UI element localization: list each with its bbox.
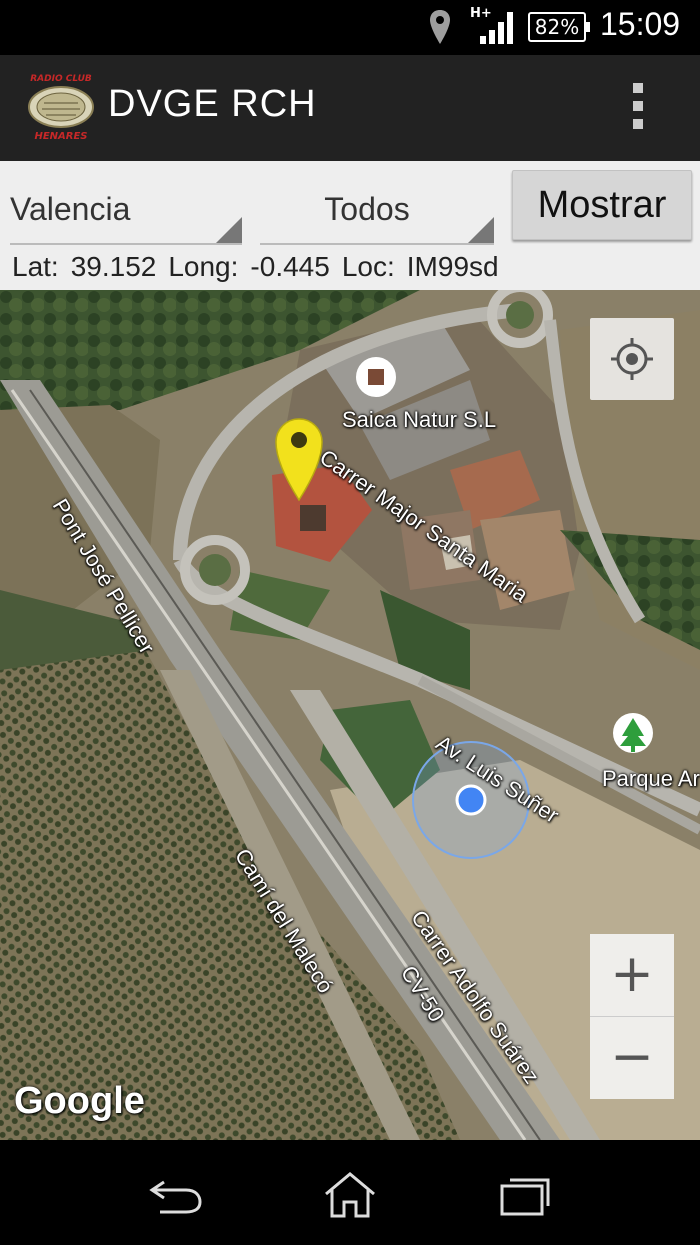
type-spinner-value: Todos (324, 191, 410, 227)
location-icon (430, 10, 450, 44)
loc-value: IM99sd (406, 251, 499, 282)
more-vert-icon[interactable] (626, 83, 650, 135)
recents-icon[interactable] (496, 1170, 556, 1220)
radio-club-logo: RADIO CLUB HENARES (28, 74, 94, 142)
long-label: Long: (168, 251, 239, 282)
zoom-in-button[interactable]: + (590, 934, 674, 1017)
signal-icon (480, 12, 513, 44)
status-bar: H+ 82% 15:09 (0, 0, 700, 55)
lat-label: Lat: (12, 251, 59, 282)
app-bar: RADIO CLUB HENARES DVGE RCH (0, 55, 700, 161)
back-icon[interactable] (146, 1170, 206, 1220)
google-attribution: Google (14, 1080, 145, 1122)
lat-value: 39.152 (70, 251, 157, 282)
poi-label-park: Parque Ar (602, 766, 700, 791)
my-location-button[interactable] (590, 318, 674, 400)
battery-icon: 82% (528, 12, 590, 42)
long-value: -0.445 (250, 251, 330, 282)
region-spinner-value: Valencia (10, 191, 131, 227)
crosshair-icon (611, 338, 653, 380)
dropdown-arrow-icon (468, 217, 494, 243)
dropdown-arrow-icon (216, 217, 242, 243)
navigation-bar (0, 1140, 700, 1245)
poi-label-business: Saica Natur S.L (342, 407, 497, 432)
home-icon[interactable] (320, 1170, 380, 1220)
loc-label: Loc: (341, 251, 395, 282)
svg-text:HENARES: HENARES (34, 131, 87, 142)
region-spinner[interactable]: Valencia (10, 183, 242, 245)
map-view[interactable]: Saica Natur S.L Carrer Major Santa Maria… (0, 290, 700, 1140)
clock: 15:09 (600, 6, 681, 42)
svg-text:RADIO CLUB: RADIO CLUB (30, 74, 92, 84)
type-spinner[interactable]: Todos (260, 183, 494, 245)
app-title: DVGE RCH (108, 83, 317, 125)
zoom-out-button[interactable]: − (590, 1017, 674, 1099)
filter-panel: Valencia Todos Mostrar Lat: 39.152 Long: -0… (0, 161, 700, 290)
coordinates-readout: Lat: 39.152 Long: -0.445 Loc: IM99sd (12, 251, 511, 283)
show-button[interactable]: Mostrar (512, 170, 692, 240)
